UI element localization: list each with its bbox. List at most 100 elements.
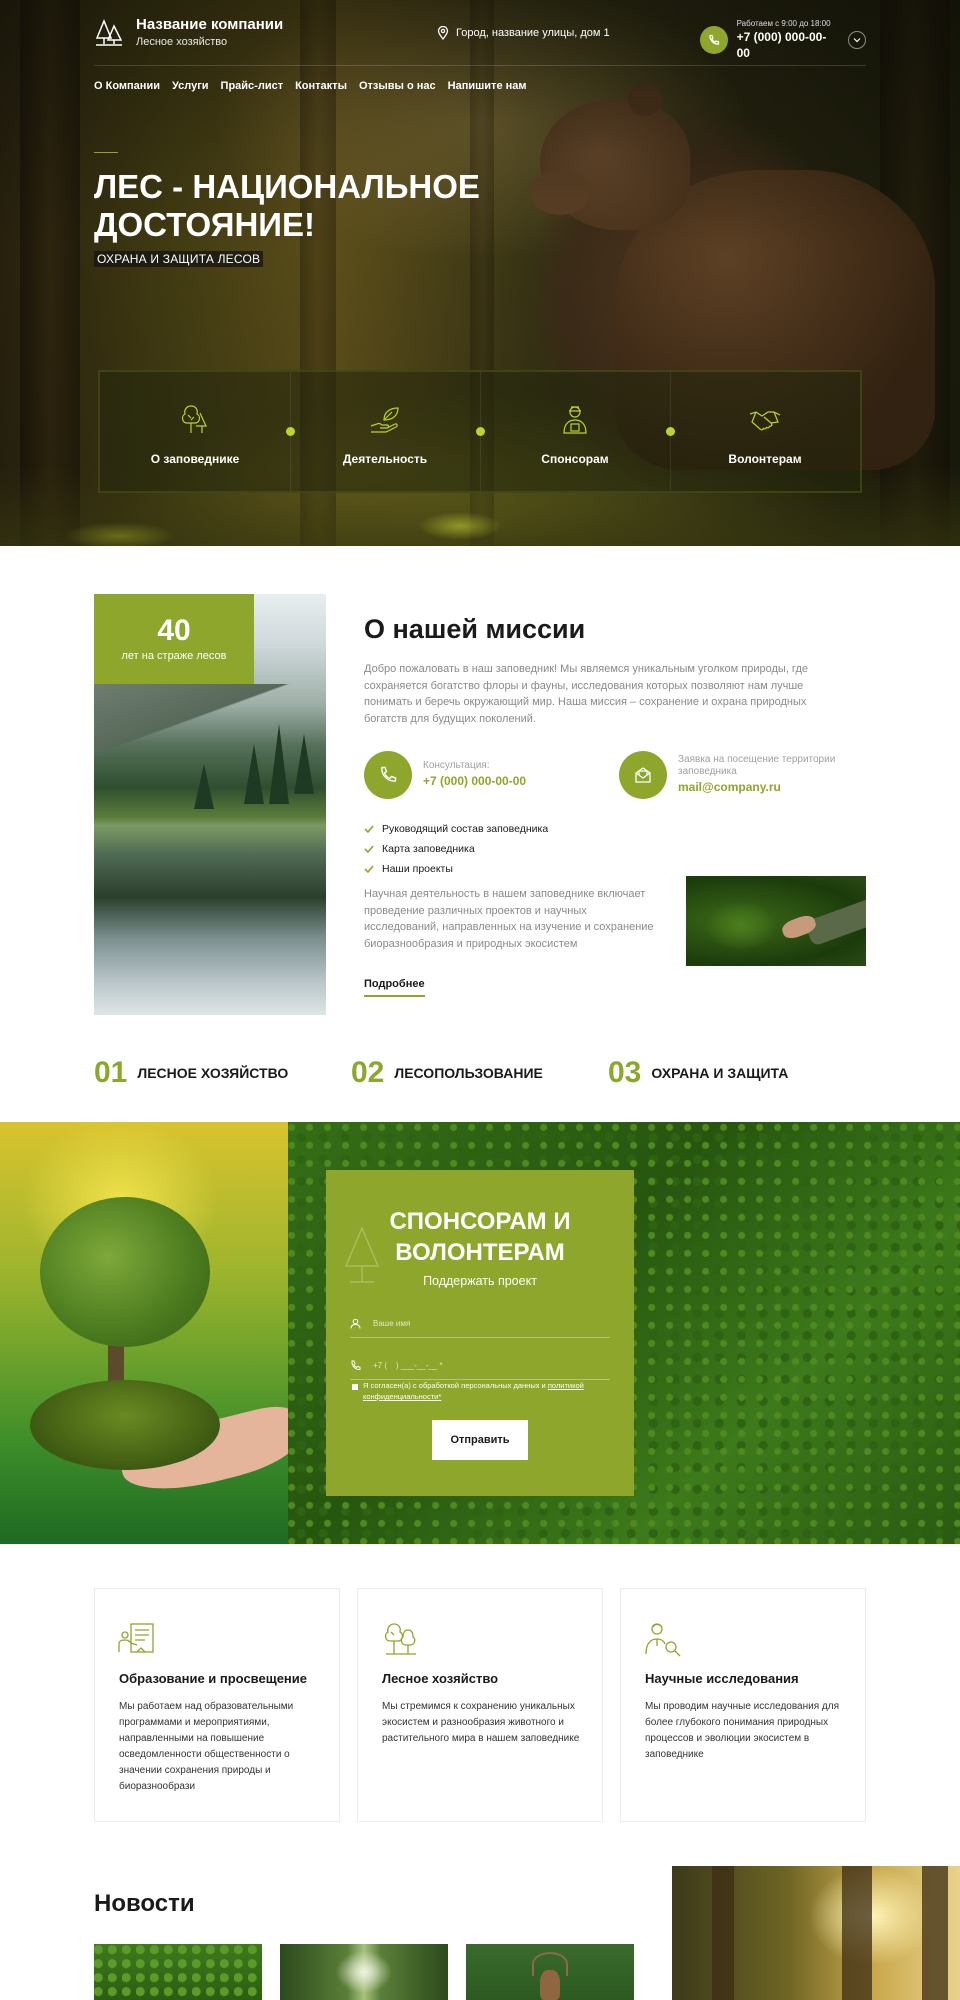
quick-link-activity[interactable]: Деятельность [290, 372, 480, 491]
visit-request-icon-circle [619, 751, 667, 799]
consent-text: Я согласен(а) с обработкой персональных … [363, 1380, 612, 1402]
quick-link-activity-label: Деятельность [342, 452, 428, 466]
tree-icon [181, 405, 207, 433]
tree-trunk [842, 1866, 872, 2000]
checkmark-icon [364, 825, 374, 834]
news-thumbnail[interactable] [280, 1944, 448, 2000]
service-title: Образование и просвещение [119, 1671, 308, 1686]
pine-tree [244, 744, 264, 804]
checkmark-icon [364, 865, 374, 874]
nav-item-about[interactable]: О Компании [94, 80, 160, 92]
work-hours: Работаем с 9:00 до 18:00 [736, 19, 831, 28]
researcher-icon [645, 1623, 681, 1657]
stat-number: 01 [94, 1056, 128, 1089]
name-field [350, 1310, 610, 1338]
stat-forestry: 01 ЛЕСНОЕ ХОЗЯЙСТВО [94, 1056, 288, 1090]
support-form: СПОНСОРАМ И ВОЛОНТЕРАМ Поддержать проект… [326, 1170, 634, 1496]
consultation-icon-circle [364, 751, 412, 799]
main-nav: О Компании Услуги Прайс-лист Контакты От… [94, 80, 539, 92]
list-item[interactable]: Руководящий состав заповедника [364, 819, 548, 839]
phone-number[interactable]: +7 (000) 000-00-00 [737, 29, 839, 61]
list-item[interactable]: Наши проекты [364, 859, 548, 879]
consent-label: Я согласен(а) с обработкой персональных … [363, 1381, 548, 1390]
news-thumbnail[interactable] [94, 1944, 262, 2000]
consultation-phone[interactable]: +7 (000) 000-00-00 [423, 772, 526, 790]
science-text: Научная деятельность в нашем заповеднике… [364, 888, 654, 950]
years-caption: лет на страже лесов [121, 650, 227, 662]
tree-crown [40, 1197, 210, 1347]
stat-label: ЛЕСОПОЛЬЗОВАНИЕ [394, 1065, 543, 1081]
quick-link-sponsors[interactable]: Спонсорам [480, 372, 670, 491]
phone-call-button[interactable] [700, 25, 728, 54]
consent-checkbox[interactable] [352, 1384, 358, 1390]
checklist-label: Карта заповедника [382, 843, 475, 855]
logo[interactable]: Название компании Лесное хозяйство [94, 16, 283, 50]
stat-label: ОХРАНА И ЗАЩИТА [651, 1065, 789, 1081]
more-link[interactable]: Подробнее [364, 978, 425, 997]
hero-tagline: ОХРАНА И ЗАЩИТА ЛЕСОВ [94, 251, 264, 267]
visit-request-contact: Заявка на посещение территории заповедни… [619, 751, 848, 799]
hand-leaf-icon [370, 407, 399, 433]
nav-item-pricelist[interactable]: Прайс-лист [221, 80, 284, 92]
service-card-forestry[interactable]: Лесное хозяйство Мы стремимся к сохранен… [357, 1588, 603, 1822]
deer-head [540, 1970, 560, 2000]
phone-icon [709, 34, 719, 45]
form-title: СПОНСОРАМ И ВОЛОНТЕРАМ [389, 1208, 571, 1266]
header-phone: Работаем с 9:00 до 18:00 +7 (000) 000-00… [700, 18, 867, 61]
service-text: Мы стремимся к сохранению уникальных эко… [382, 1701, 580, 1744]
visit-request-email[interactable]: mail@company.ru [678, 778, 848, 796]
nav-item-write-us[interactable]: Напишите нам [448, 80, 527, 92]
nav-item-reviews[interactable]: Отзывы о нас [359, 80, 436, 92]
submit-button[interactable]: Отправить [432, 1420, 528, 1460]
phone-field [350, 1352, 610, 1380]
consultation-label: Консультация: [423, 760, 490, 771]
checklist-label: Наши проекты [382, 863, 453, 875]
list-item[interactable]: Карта заповедника [364, 839, 548, 859]
handshake-icon [749, 411, 781, 431]
mission-intro: Добро пожаловать в наш заповедник! Мы яв… [364, 663, 808, 725]
service-card-education[interactable]: Образование и просвещение Мы работаем на… [94, 1588, 340, 1822]
stat-number: 03 [608, 1056, 642, 1089]
tree-trunk [922, 1866, 948, 2000]
nav-item-services[interactable]: Услуги [172, 80, 209, 92]
quick-link-sponsors-label: Спонсорам [541, 452, 609, 466]
sunlit-forest-image [672, 1866, 960, 2000]
mountain-shape [94, 684, 326, 774]
address: Город, название улицы, дом 1 [436, 26, 610, 40]
years-badge: 40 лет на страже лесов [94, 594, 254, 684]
phone-input[interactable] [373, 1361, 593, 1370]
trees-icon [384, 1623, 416, 1655]
stat-number: 02 [351, 1056, 385, 1089]
checklist-label: Руководящий состав заповедника [382, 823, 549, 835]
tree-trunk [712, 1866, 734, 2000]
form-subtitle: Поддержать проект [423, 1274, 537, 1288]
mail-icon [635, 767, 651, 783]
quick-link-about[interactable]: О заповеднике [100, 372, 290, 491]
phone-dropdown-toggle[interactable] [848, 30, 867, 49]
hero-title: ЛЕС - НАЦИОНАЛЬНОЕ ДОСТОЯНИЕ! [94, 168, 480, 243]
hero-quick-links: О заповеднике Деятельность Спонсорам Вол… [98, 370, 862, 493]
name-input[interactable] [373, 1319, 593, 1328]
news-thumbnail[interactable] [466, 1944, 634, 2000]
service-text: Мы проводим научные исследования для бол… [645, 1701, 839, 1760]
moss-hand-image [686, 876, 866, 966]
checkmark-icon [364, 845, 374, 854]
tree-in-hands-image [0, 1122, 305, 1544]
service-title: Лесное хозяйство [382, 1671, 499, 1686]
news-title: Новости [94, 1890, 195, 1917]
location-pin-icon [437, 26, 449, 40]
company-name: Название компании [136, 16, 284, 33]
quick-link-volunteers-label: Волонтерам [728, 452, 802, 466]
stat-protection: 03 ОХРАНА И ЗАЩИТА [608, 1056, 788, 1090]
pine-tree [294, 734, 314, 794]
worker-icon [563, 406, 587, 434]
header: Название компании Лесное хозяйство Город… [94, 14, 867, 66]
service-title: Научные исследования [645, 1671, 799, 1686]
user-icon [350, 1318, 361, 1329]
nav-item-contacts[interactable]: Контакты [295, 80, 347, 92]
years-number: 40 [157, 614, 191, 647]
logo-trees-icon [95, 19, 123, 46]
visit-request-label: Заявка на посещение территории заповедни… [678, 754, 836, 777]
quick-link-volunteers[interactable]: Волонтерам [670, 372, 860, 491]
service-card-research[interactable]: Научные исследования Мы проводим научные… [620, 1588, 866, 1822]
